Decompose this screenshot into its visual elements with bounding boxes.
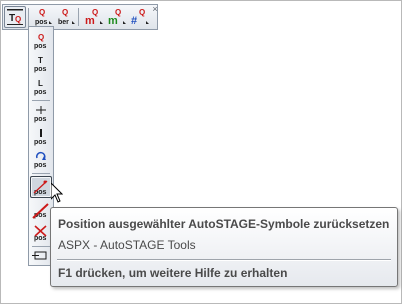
svg-text:L: L — [38, 79, 43, 88]
pos-l-button[interactable]: L pos — [30, 76, 52, 98]
svg-text:pos: pos — [34, 66, 47, 73]
crosshair-icon: pos — [34, 106, 47, 123]
tooltip-help-text: F1 drücken, um weitere Hilfe zu erhalten — [58, 266, 288, 280]
flag-button[interactable] — [30, 248, 52, 264]
label-tool-button[interactable]: T Q — [4, 6, 26, 28]
svg-text:Q: Q — [38, 33, 44, 42]
svg-text:pos: pos — [35, 19, 48, 26]
m-label-green-button[interactable]: Q m — [105, 6, 127, 28]
svg-text:m: m — [85, 15, 95, 27]
pos-strike-button[interactable]: pos — [30, 199, 52, 221]
tooltip-title: Position ausgewählter AutoSTAGE-Symbole … — [58, 217, 390, 231]
svg-text:pos: pos — [34, 116, 47, 123]
svg-text:Q: Q — [62, 8, 68, 17]
svg-text:Q: Q — [39, 8, 45, 17]
horizontal-toolbar: T Q Q pos Q ber Q m Q m Q # × — [2, 4, 158, 30]
m-red-icon: Q m — [85, 8, 103, 27]
toolbar-separator — [32, 100, 50, 101]
label-frame-icon: T Q — [7, 9, 23, 25]
svg-text:pos: pos — [34, 43, 47, 50]
toolbar-separator — [28, 8, 29, 26]
hash-icon: Q # — [131, 8, 149, 27]
delete-position-icon: pos — [34, 225, 47, 242]
svg-text:m: m — [108, 15, 118, 27]
m-green-icon: Q m — [108, 8, 126, 27]
svg-text:pos: pos — [34, 162, 47, 169]
tooltip-description: ASPX - AutoSTAGE Tools — [58, 238, 196, 252]
pos-q-icon: Q pos — [35, 8, 52, 26]
pos-delete-button[interactable]: pos — [30, 222, 52, 244]
svg-text:Q: Q — [15, 15, 21, 24]
tooltip: Position ausgewählter AutoSTAGE-Symbole … — [50, 207, 398, 287]
flag-icon — [32, 251, 47, 260]
pin-icon: pos — [34, 129, 47, 146]
m-label-red-button[interactable]: Q m — [82, 6, 104, 28]
reset-position-icon: pos — [33, 180, 48, 196]
toolbar-separator — [78, 8, 79, 26]
tooltip-divider — [57, 259, 391, 261]
strike-position-icon: pos — [32, 203, 49, 219]
pos-t-icon: T pos — [34, 56, 47, 73]
toolbar-separator — [32, 246, 50, 247]
pos-q-icon: Q pos — [34, 33, 47, 50]
pos-cross-button[interactable]: pos — [30, 103, 52, 125]
svg-text:pos: pos — [34, 189, 47, 196]
svg-text:#: # — [131, 15, 137, 27]
hash-label-button[interactable]: Q # — [128, 6, 150, 28]
svg-text:Q: Q — [139, 8, 145, 17]
ber-label-button[interactable]: Q ber — [54, 6, 76, 28]
svg-text:pos: pos — [34, 89, 47, 96]
rotate-icon: pos — [34, 151, 47, 169]
mouse-cursor-icon — [51, 183, 63, 203]
pos-t-button[interactable]: T pos — [30, 53, 52, 75]
pos-rotate-button[interactable]: pos — [30, 149, 52, 171]
svg-text:ber: ber — [58, 19, 69, 26]
pos-q-button[interactable]: Q pos — [30, 30, 52, 52]
svg-text:pos: pos — [34, 139, 47, 146]
pos-l-icon: L pos — [34, 79, 47, 96]
pos-reset-button[interactable]: pos — [30, 176, 52, 198]
svg-text:T: T — [38, 56, 43, 65]
toolbar-separator — [32, 173, 50, 174]
pos-label-button[interactable]: Q pos — [31, 6, 53, 28]
close-icon[interactable]: × — [151, 5, 159, 14]
pos-bar-button[interactable]: pos — [30, 126, 52, 148]
ber-q-icon: Q ber — [58, 8, 75, 26]
